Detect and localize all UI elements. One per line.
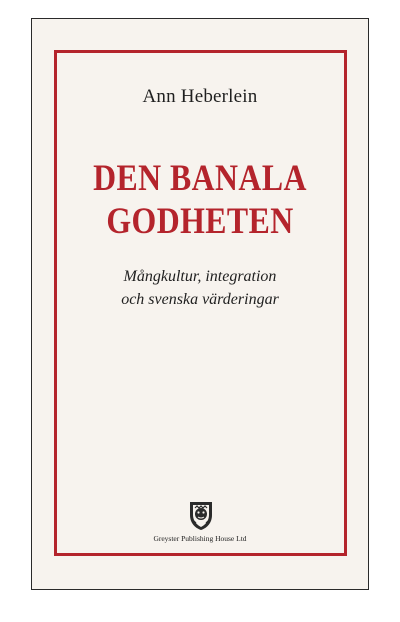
lion-head-crest-icon: [188, 499, 214, 531]
book-title: DEN BANALA GODHETEN: [56, 157, 345, 243]
book-subtitle: Mångkultur, integration och svenska värd…: [32, 265, 368, 311]
subtitle-line-2: och svenska värderingar: [121, 291, 279, 308]
title-line-1: DEN BANALA: [93, 158, 307, 199]
title-line-2: GODHETEN: [106, 201, 294, 242]
author-name: Ann Heberlein: [142, 86, 258, 107]
publisher-name: Greyster Publishing House Ltd: [153, 534, 247, 543]
subtitle-line-1: Mångkultur, integration: [123, 268, 277, 285]
book-cover: Ann Heberlein DEN BANALA GODHETEN Mångku…: [31, 18, 369, 590]
